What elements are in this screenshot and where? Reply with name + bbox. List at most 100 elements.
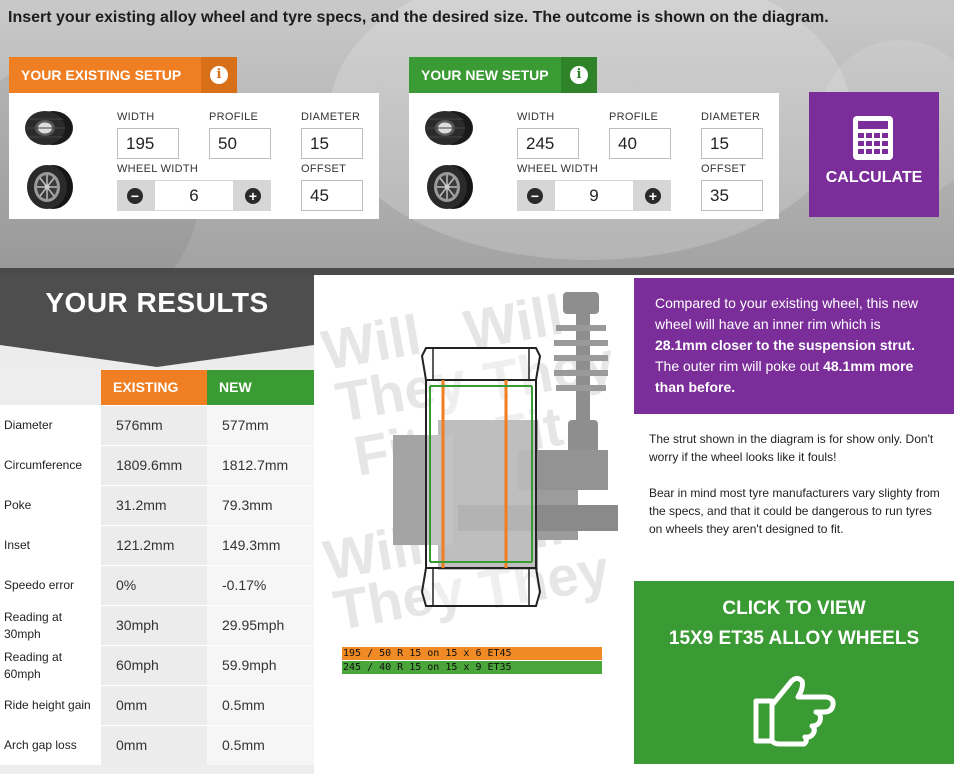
alloy-wheel-icon xyxy=(27,165,73,209)
increment-button[interactable]: + xyxy=(235,180,271,211)
offset-label: OFFSET xyxy=(701,163,747,175)
new-profile-input[interactable]: 40 xyxy=(609,128,671,159)
fitment-diagram: Will Will They They Fit Fit Will Will Th… xyxy=(318,283,618,642)
row-label: Inset xyxy=(0,526,101,565)
new-value: 577mm xyxy=(207,406,314,445)
pointing-hand-icon xyxy=(753,675,836,747)
table-row: Diameter 576mm 577mm xyxy=(0,405,314,445)
row-label: Circumference xyxy=(0,446,101,485)
existing-value: 0mm xyxy=(101,726,207,765)
row-label: Speedo error xyxy=(0,566,101,605)
fitment-notes: The strut shown in the diagram is for sh… xyxy=(649,430,944,538)
new-info-button[interactable]: i xyxy=(561,57,597,93)
table-row: Reading at 30mph 30mph 29.95mph xyxy=(0,605,314,645)
new-value: 0.5mm xyxy=(207,726,314,765)
minus-icon: − xyxy=(127,187,143,204)
existing-wheel-width-input[interactable]: 6 xyxy=(155,181,233,210)
existing-info-button[interactable]: i xyxy=(201,57,237,93)
existing-setup-title: YOUR EXISTING SETUP xyxy=(9,57,201,93)
section-divider xyxy=(0,268,954,275)
new-width-input[interactable]: 245 xyxy=(517,128,579,159)
strut-note: The strut shown in the diagram is for sh… xyxy=(649,432,934,464)
existing-value: 0mm xyxy=(101,686,207,725)
wheel-width-label: WHEEL WIDTH xyxy=(117,163,199,175)
row-label: Ride height gain xyxy=(0,686,101,725)
comparison-summary: Compared to your existing wheel, this ne… xyxy=(634,278,954,414)
existing-offset-input[interactable]: 45 xyxy=(301,180,363,211)
existing-setup-panel: YOUR EXISTING SETUP i WIDTH 195 PROFILE … xyxy=(9,57,379,219)
new-legend: 245 / 40 R 15 on 15 x 9 ET35 xyxy=(342,661,602,674)
diameter-label: DIAMETER xyxy=(701,111,761,123)
new-setup-header: YOUR NEW SETUP i xyxy=(409,57,597,93)
new-column-header: NEW xyxy=(207,370,314,405)
new-setup-title: YOUR NEW SETUP xyxy=(409,57,561,93)
row-label: Reading at 30mph xyxy=(0,606,101,645)
instructions-text: Insert your existing alloy wheel and tyr… xyxy=(8,9,829,26)
new-offset-input[interactable]: 35 xyxy=(701,180,763,211)
cta-line-2: 15X9 ET35 ALLOY WHEELS xyxy=(668,628,920,649)
table-row: Ride height gain 0mm 0.5mm xyxy=(0,685,314,725)
existing-setup-header: YOUR EXISTING SETUP i xyxy=(9,57,237,93)
tyre-icon xyxy=(425,111,473,145)
table-row: Inset 121.2mm 149.3mm xyxy=(0,525,314,565)
cta-line-1: CLICK TO VIEW xyxy=(722,598,866,619)
width-label: WIDTH xyxy=(517,111,555,123)
tyre-icon xyxy=(25,111,73,145)
plus-icon: + xyxy=(645,187,661,204)
calculator-icon xyxy=(853,116,893,160)
calculator-band: Insert your existing alloy wheel and tyr… xyxy=(0,0,954,268)
info-icon: i xyxy=(210,66,228,84)
alloy-wheel-icon xyxy=(427,165,473,209)
row-label: Arch gap loss xyxy=(0,726,101,765)
new-wheel-width-input[interactable]: 9 xyxy=(555,181,633,210)
new-value: 29.95mph xyxy=(207,606,314,645)
minus-icon: − xyxy=(527,187,543,204)
existing-column-header: EXISTING xyxy=(101,370,207,405)
existing-value: 60mph xyxy=(101,646,207,685)
new-wheel-width-stepper: − 9 + xyxy=(517,180,671,211)
existing-value: 1809.6mm xyxy=(101,446,207,485)
new-setup-body: WIDTH 245 PROFILE 40 DIAMETER 15 WHEEL W… xyxy=(409,93,779,219)
table-row: Speedo error 0% -0.17% xyxy=(0,565,314,605)
existing-value: 30mph xyxy=(101,606,207,645)
existing-value: 0% xyxy=(101,566,207,605)
existing-setup-body: WIDTH 195 PROFILE 50 DIAMETER 15 WHEEL W… xyxy=(9,93,379,219)
existing-value: 121.2mm xyxy=(101,526,207,565)
summary-text: The outer rim will poke out xyxy=(655,358,824,374)
row-label: Poke xyxy=(0,486,101,525)
decrement-button[interactable]: − xyxy=(117,180,153,211)
existing-wheel-width-stepper: − 6 + xyxy=(117,180,271,211)
existing-diameter-input[interactable]: 15 xyxy=(301,128,363,159)
calculate-label: CALCULATE xyxy=(825,169,923,186)
summary-text: Compared to your existing wheel, this ne… xyxy=(655,295,919,332)
calculate-button[interactable]: CALCULATE xyxy=(809,92,939,217)
new-value: 59.9mph xyxy=(207,646,314,685)
new-setup-panel: YOUR NEW SETUP i WIDTH 245 PROFILE 40 DI… xyxy=(409,57,779,219)
increment-button[interactable]: + xyxy=(635,180,671,211)
row-label: Reading at 60mph xyxy=(0,646,101,685)
existing-value: 576mm xyxy=(101,406,207,445)
results-header-arrow xyxy=(0,335,314,367)
new-diameter-input[interactable]: 15 xyxy=(701,128,763,159)
info-icon: i xyxy=(570,66,588,84)
results-title: YOUR RESULTS xyxy=(45,287,269,318)
tyre-warning-note: Bear in mind most tyre manufacturers var… xyxy=(649,486,940,536)
profile-label: PROFILE xyxy=(209,111,259,123)
results-header: YOUR RESULTS xyxy=(0,275,314,367)
wheel-width-label: WHEEL WIDTH xyxy=(517,163,599,175)
new-value: 1812.7mm xyxy=(207,446,314,485)
table-row: Reading at 60mph 60mph 59.9mph xyxy=(0,645,314,685)
new-value: 0.5mm xyxy=(207,686,314,725)
row-label: Diameter xyxy=(0,406,101,445)
profile-label: PROFILE xyxy=(609,111,659,123)
new-value: -0.17% xyxy=(207,566,314,605)
offset-label: OFFSET xyxy=(301,163,347,175)
view-wheels-button[interactable]: CLICK TO VIEW 15X9 ET35 ALLOY WHEELS xyxy=(634,581,954,764)
plus-icon: + xyxy=(245,187,261,204)
existing-legend: 195 / 50 R 15 on 15 x 6 ET45 xyxy=(342,647,602,660)
existing-profile-input[interactable]: 50 xyxy=(209,128,271,159)
existing-width-input[interactable]: 195 xyxy=(117,128,179,159)
table-row: Arch gap loss 0mm 0.5mm xyxy=(0,725,314,765)
existing-value: 31.2mm xyxy=(101,486,207,525)
decrement-button[interactable]: − xyxy=(517,180,553,211)
